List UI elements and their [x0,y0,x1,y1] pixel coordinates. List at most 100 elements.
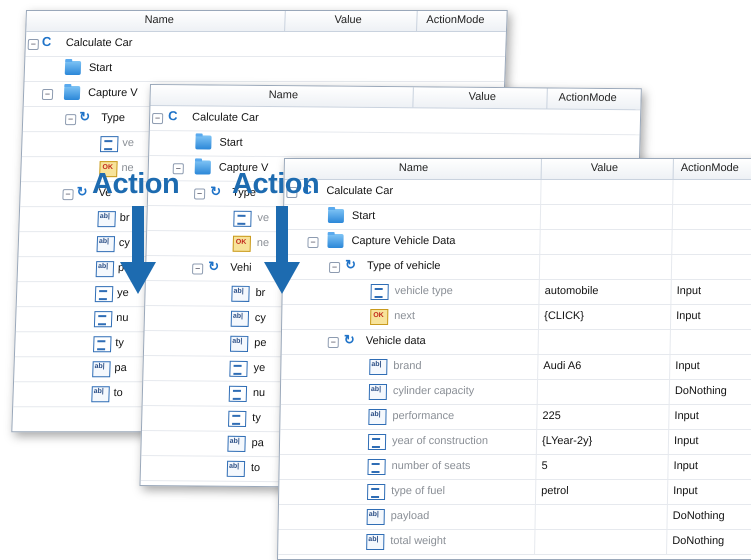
value-cell[interactable]: 225 [542,410,561,422]
down-arrow-icon [120,206,156,294]
list-field-icon [229,360,248,377]
text-field-icon [368,384,388,401]
action-mode-cell[interactable]: Input [674,410,699,422]
text-field-icon [230,310,250,327]
tree-row-brand[interactable]: brand Audi A6 Input [281,355,751,381]
folder-icon [64,61,82,76]
node-label: Vehicle data [365,335,426,348]
mode-column-header: ActionMode [426,14,485,27]
text-field-icon [226,460,246,477]
node-label: type of fuel [391,485,446,498]
text-field-icon [97,211,116,228]
action-mode-cell[interactable]: DoNothing [672,535,724,547]
list-field-icon [99,136,119,153]
name-column-header: Name [268,89,299,102]
ok-button-icon [370,309,389,326]
node-label: total weight [390,535,447,548]
list-field-icon [367,434,387,451]
tree-row[interactable]: − C Calculate Car [25,32,506,58]
list-field-icon [367,459,386,476]
list-field-icon [228,385,248,402]
front-panel: Name Value ActionMode − C Calculate Car … [276,158,751,560]
loop-icon: ↻ [343,332,355,348]
text-field-icon [366,534,385,551]
name-column-header: Name [398,162,429,175]
node-label: next [394,310,416,323]
text-field-icon [95,261,115,278]
text-field-icon [369,359,388,376]
action-mode-cell[interactable]: Input [676,310,701,322]
value-cell[interactable]: {CLICK} [544,310,584,322]
collapse-toggle[interactable]: − [328,262,341,274]
node-label: number of seats [391,460,471,473]
tree-row-start[interactable]: Start [283,205,751,231]
action-label-left: Action [92,168,180,200]
node-label: vehicle type [394,285,453,298]
text-field-icon [91,386,110,403]
mode-column-header: ActionMode [680,162,739,175]
loop-icon: ↻ [345,257,357,273]
action-label-right: Action [232,168,320,200]
collapse-toggle[interactable]: − [307,237,319,249]
action-mode-cell[interactable]: Input [675,360,700,372]
action-mode-cell[interactable]: Input [677,285,702,297]
down-arrow-icon [264,206,300,294]
node-label: performance [392,410,455,423]
list-field-icon [233,210,252,227]
tree-row-performance[interactable]: performance 225 Input [280,405,751,431]
list-field-icon [367,484,386,501]
value-cell[interactable]: petrol [541,485,569,497]
folder-icon [327,209,345,224]
text-field-icon [227,435,246,452]
value-column-header: Value [590,162,619,175]
tree-row-vehicle-type[interactable]: vehicle type automobile Input [282,280,751,306]
tree-row-calculate-car[interactable]: − C Calculate Car [284,180,751,206]
collapse-toggle[interactable]: − [327,337,339,349]
action-mode-cell[interactable]: DoNothing [675,385,727,397]
value-cell[interactable]: Audi A6 [543,360,581,372]
node-label: Type of vehicle [366,260,441,273]
value-cell[interactable]: automobile [545,285,599,297]
node-label: payload [390,510,430,523]
loop-icon: ↻ [78,109,91,125]
tree-row-fuel[interactable]: type of fuel petrol Input [278,480,751,506]
tree-row[interactable]: Start [24,57,506,83]
tree-row-payload[interactable]: payload DoNothing [278,505,751,531]
folder-icon [195,135,212,150]
loop-icon: ↻ [209,183,222,199]
loop-icon: ↻ [76,184,88,200]
action-mode-cell[interactable]: DoNothing [673,510,725,522]
action-mode-cell[interactable]: Input [674,435,699,447]
tree-row-total-weight[interactable]: total weight DoNothing [278,530,751,556]
name-column-header: Name [144,14,175,27]
value-cell[interactable]: 5 [541,460,547,472]
tree-row-vehicle-group[interactable]: − ↻ Vehicle data [281,330,751,356]
value-cell[interactable]: {LYear-2y} [542,435,592,447]
text-field-icon [92,361,111,378]
node-label: year of construction [391,435,489,448]
node-label: Capture Vehicle Data [351,235,456,248]
list-field-icon [93,311,113,328]
node-label: cylinder capacity [392,385,475,398]
refresh-icon: C [41,34,52,50]
list-field-icon [370,284,389,301]
tree-row-type-group[interactable]: − ↻ Type of vehicle [282,255,751,281]
folder-icon [194,160,211,175]
text-field-icon [229,335,249,352]
loop-icon: ↻ [208,258,220,274]
value-column-header: Value [468,90,497,104]
tree-row-year[interactable]: year of construction {LYear-2y} Input [279,430,751,456]
tree-row-next[interactable]: next {CLICK} Input [281,305,751,331]
tree-row-capture[interactable]: − Capture Vehicle Data [283,230,751,256]
node-label: Calculate Car [326,185,394,198]
folder-icon [63,86,81,101]
action-mode-cell[interactable]: Input [673,485,698,497]
list-field-icon [93,336,112,353]
ok-button-icon [232,235,252,252]
tree-row-seats[interactable]: number of seats 5 Input [279,455,751,481]
list-field-icon [228,410,247,427]
tree-row-cylinder[interactable]: cylinder capacity DoNothing [280,380,751,406]
text-field-icon [366,509,385,526]
column-header: Name Value ActionMode [284,159,751,181]
action-mode-cell[interactable]: Input [673,460,698,472]
